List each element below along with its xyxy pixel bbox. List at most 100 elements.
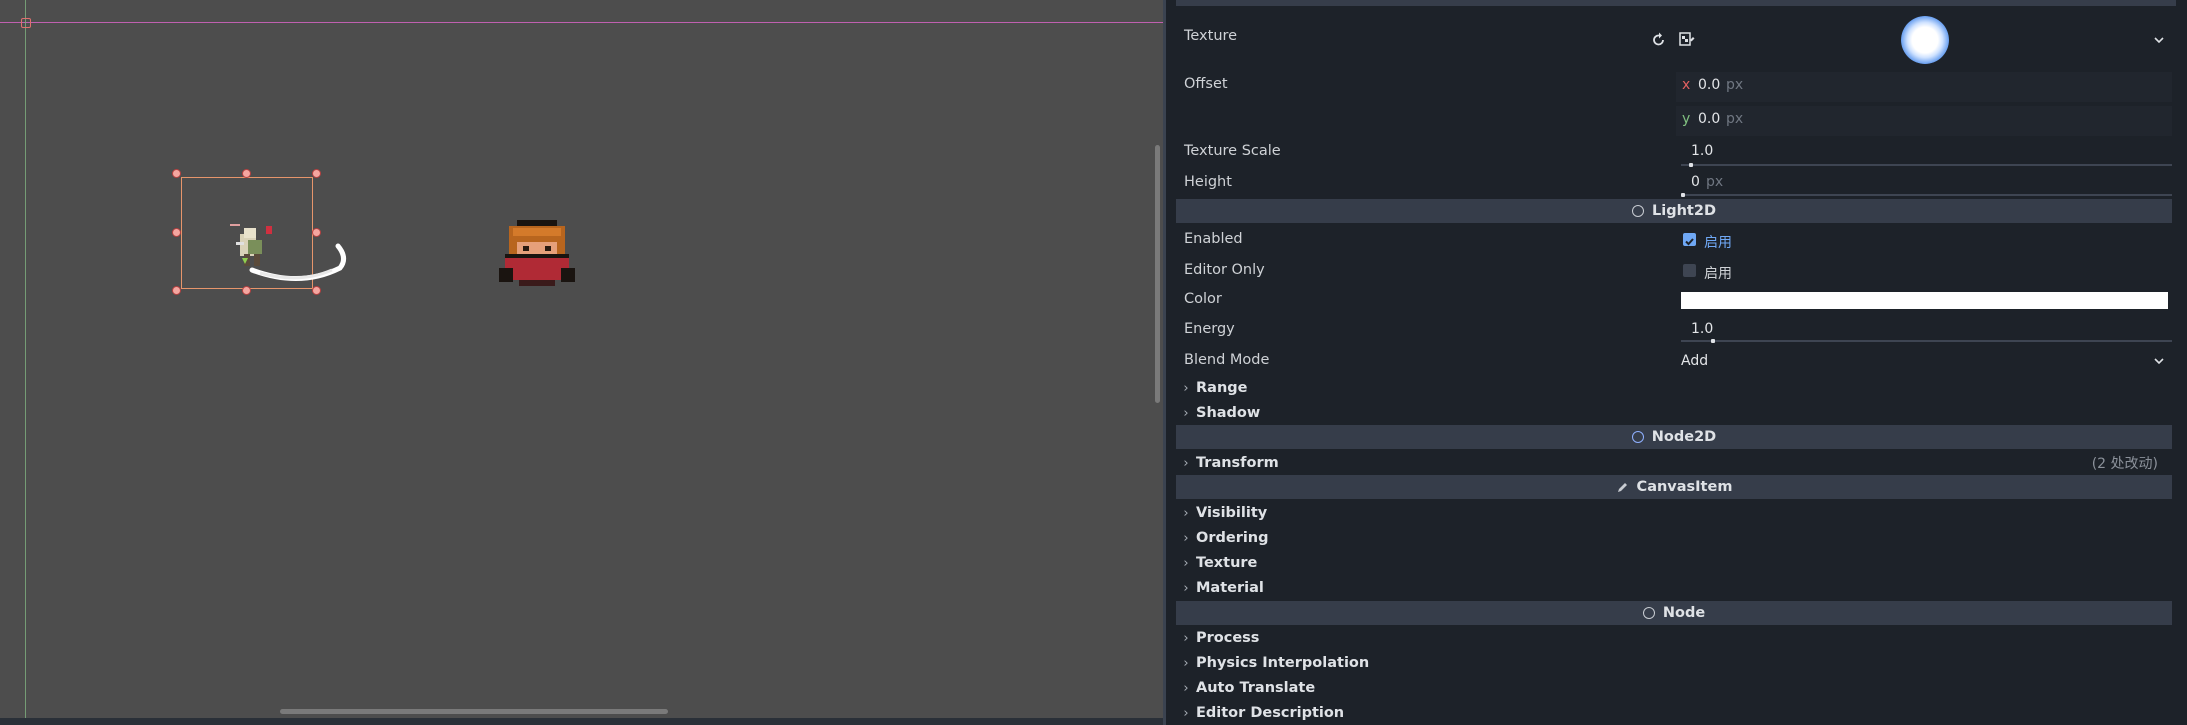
group-auto-translate-label: Auto Translate bbox=[1196, 680, 1316, 696]
group-shadow-label: Shadow bbox=[1196, 405, 1261, 421]
texture-scale-slider-grabber[interactable] bbox=[1689, 163, 1693, 167]
group-ordering[interactable]: › Ordering bbox=[1176, 526, 2172, 550]
height-unit: px bbox=[1706, 174, 1724, 190]
canvas-viewport[interactable] bbox=[0, 0, 1163, 725]
chevron-right-icon: › bbox=[1183, 405, 1189, 421]
resize-handle-bl[interactable] bbox=[172, 286, 181, 295]
canvasitem-section-header[interactable]: CanvasItem bbox=[1176, 475, 2172, 499]
blend-mode-dropdown[interactable]: Add bbox=[1681, 353, 1708, 369]
texture-scale-value[interactable]: 1.0 bbox=[1691, 143, 1713, 159]
group-texture[interactable]: › Texture bbox=[1176, 551, 2172, 575]
blend-mode-label: Blend Mode bbox=[1184, 352, 1270, 368]
height-slider[interactable] bbox=[1681, 194, 2172, 196]
check-icon bbox=[1685, 238, 1694, 246]
node-section-title: Node bbox=[1662, 605, 1706, 621]
inspector-top-header bbox=[1176, 0, 2187, 6]
node2d-node-icon bbox=[1631, 431, 1644, 443]
texture-preview[interactable] bbox=[1901, 16, 1949, 64]
energy-value[interactable]: 1.0 bbox=[1691, 321, 1713, 337]
light2d-section-header[interactable]: Light2D bbox=[1176, 199, 2172, 223]
chevron-right-icon: › bbox=[1183, 505, 1189, 521]
chevron-down-icon[interactable] bbox=[2153, 356, 2165, 366]
inspector-scrollbar[interactable] bbox=[2176, 0, 2187, 725]
offset-y-value[interactable]: 0.0 bbox=[1698, 111, 1720, 127]
group-auto-translate[interactable]: › Auto Translate bbox=[1176, 676, 2172, 700]
group-ordering-label: Ordering bbox=[1196, 530, 1269, 546]
chevron-right-icon: › bbox=[1183, 455, 1189, 471]
texture-label: Texture bbox=[1184, 28, 1238, 44]
offset-x-unit: px bbox=[1726, 77, 1744, 93]
editor-only-label: Editor Only bbox=[1184, 262, 1265, 278]
group-transform-label: Transform bbox=[1196, 455, 1279, 471]
color-picker-button[interactable] bbox=[1681, 292, 2168, 309]
energy-slider[interactable] bbox=[1681, 340, 2172, 342]
chevron-right-icon: › bbox=[1183, 530, 1189, 546]
player-sprite-icon[interactable] bbox=[230, 218, 350, 293]
color-label: Color bbox=[1184, 291, 1222, 307]
revert-icon[interactable] bbox=[1651, 32, 1667, 48]
group-editor-description-label: Editor Description bbox=[1196, 705, 1345, 721]
group-shadow[interactable]: › Shadow bbox=[1176, 401, 2172, 425]
group-material-label: Material bbox=[1196, 580, 1264, 596]
group-process-label: Process bbox=[1196, 630, 1260, 646]
light2d-node-icon bbox=[1632, 205, 1645, 217]
light2d-section-title: Light2D bbox=[1652, 203, 1716, 219]
inspector-panel: Texture Offset x 0.0 px y 0.0 px Texture… bbox=[1176, 0, 2187, 725]
texture-edit-icon[interactable] bbox=[1679, 31, 1695, 48]
offset-y-unit: px bbox=[1726, 111, 1744, 127]
group-visibility-label: Visibility bbox=[1196, 505, 1268, 521]
offset-x-axis-label: x bbox=[1682, 77, 1691, 93]
energy-label: Energy bbox=[1184, 321, 1235, 337]
offset-y-axis-label: y bbox=[1682, 111, 1691, 127]
group-transform[interactable]: › Transform (2 处改动) bbox=[1176, 451, 2172, 475]
group-physics-interpolation[interactable]: › Physics Interpolation bbox=[1176, 651, 2172, 675]
group-range[interactable]: › Range bbox=[1176, 376, 2172, 400]
chevron-down-icon[interactable] bbox=[2153, 35, 2165, 45]
chevron-right-icon: › bbox=[1183, 705, 1189, 721]
chevron-right-icon: › bbox=[1183, 555, 1189, 571]
height-value[interactable]: 0 bbox=[1691, 174, 1700, 190]
enabled-label: Enabled bbox=[1184, 231, 1243, 247]
viewport-vertical-scrollbar[interactable] bbox=[1155, 145, 1160, 403]
pencil-icon bbox=[1617, 482, 1627, 492]
height-slider-grabber[interactable] bbox=[1681, 193, 1685, 197]
chevron-right-icon: › bbox=[1183, 680, 1189, 696]
editor-only-checkbox-text[interactable]: 启用 bbox=[1704, 263, 1732, 283]
enabled-checkbox[interactable] bbox=[1683, 233, 1696, 246]
y-axis-line bbox=[25, 0, 26, 725]
viewport-horizontal-scrollbar[interactable] bbox=[280, 709, 668, 714]
group-process[interactable]: › Process bbox=[1176, 626, 2172, 650]
node-node-icon bbox=[1642, 607, 1655, 619]
group-physics-interpolation-label: Physics Interpolation bbox=[1196, 655, 1370, 671]
node2d-section-header[interactable]: Node2D bbox=[1176, 425, 2172, 449]
panel-splitter[interactable] bbox=[1163, 0, 1176, 725]
offset-x-value[interactable]: 0.0 bbox=[1698, 77, 1720, 93]
x-axis-line bbox=[0, 22, 1163, 23]
node-section-header[interactable]: Node bbox=[1176, 601, 2172, 625]
origin-marker bbox=[21, 18, 31, 28]
offset-x-field[interactable] bbox=[1676, 72, 2172, 102]
resize-handle-l[interactable] bbox=[172, 228, 181, 237]
group-range-label: Range bbox=[1196, 380, 1248, 396]
group-visibility[interactable]: › Visibility bbox=[1176, 501, 2172, 525]
chevron-right-icon: › bbox=[1183, 630, 1189, 646]
canvasitem-section-title: CanvasItem bbox=[1636, 479, 1733, 495]
editor-only-checkbox[interactable] bbox=[1683, 264, 1696, 277]
group-editor-description[interactable]: › Editor Description bbox=[1176, 701, 2172, 725]
transform-modified-count: (2 处改动) bbox=[2091, 456, 2158, 472]
group-material[interactable]: › Material bbox=[1176, 576, 2172, 600]
resize-handle-t[interactable] bbox=[242, 169, 251, 178]
chevron-right-icon: › bbox=[1183, 655, 1189, 671]
resize-handle-tl[interactable] bbox=[172, 169, 181, 178]
viewport-bottom-bar bbox=[0, 718, 1163, 725]
texture-scale-slider[interactable] bbox=[1681, 164, 2172, 166]
offset-y-field[interactable] bbox=[1676, 106, 2172, 136]
chevron-right-icon: › bbox=[1183, 580, 1189, 596]
chevron-right-icon: › bbox=[1183, 380, 1189, 396]
node2d-section-title: Node2D bbox=[1651, 429, 1717, 445]
group-texture-label: Texture bbox=[1196, 555, 1258, 571]
energy-slider-grabber[interactable] bbox=[1711, 339, 1715, 343]
resize-handle-tr[interactable] bbox=[312, 169, 321, 178]
enabled-checkbox-text[interactable]: 启用 bbox=[1704, 232, 1732, 252]
npc-sprite-icon[interactable] bbox=[495, 218, 580, 290]
